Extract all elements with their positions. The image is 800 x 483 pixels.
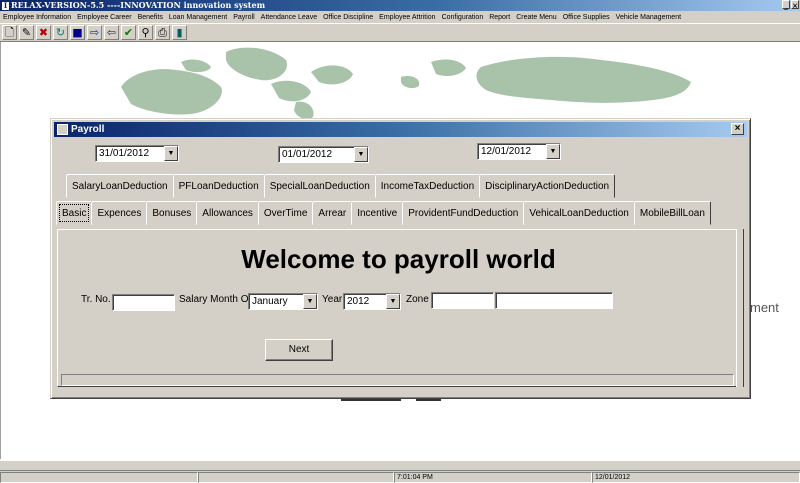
edit-icon: ✎ (21, 26, 32, 39)
year-label: Year (322, 294, 343, 305)
menu-item-create-menu[interactable]: Create Menu (513, 14, 559, 21)
from-date-picker[interactable]: 31/01/2012 ▼ (95, 145, 179, 162)
chevron-down-icon[interactable]: ▼ (546, 144, 560, 159)
status-strip (61, 374, 734, 386)
status-cell (0, 472, 198, 483)
year-value: 2012 (347, 296, 370, 307)
from-date-value: 31/01/2012 (99, 148, 150, 159)
exit-door-icon: ▮ (176, 26, 183, 39)
print-button[interactable]: ⎙ (155, 25, 170, 40)
chevron-down-icon[interactable]: ▼ (354, 147, 368, 162)
menu-item-loan-management[interactable]: Loan Management (166, 14, 230, 21)
payroll-dialog: Payroll × 31/01/2012 ▼ 01/01/2012 ▼ 12/0… (50, 118, 751, 399)
payroll-icon (57, 124, 68, 135)
tab-overtime[interactable]: OverTime (257, 201, 314, 225)
menu-item-employee-career[interactable]: Employee Career (74, 14, 134, 21)
menu-item-attendance-leave[interactable]: Attendance Leave (258, 14, 320, 21)
delete-button[interactable]: ✖ (36, 25, 51, 40)
status-cell (198, 472, 394, 483)
tab-row-main: Basic Expences Bonuses Allowances OverTime Ar… (56, 201, 711, 225)
menu-item-configuration[interactable]: Configuration (439, 14, 487, 21)
forward-icon: ⇨ (89, 26, 100, 39)
current-date-picker[interactable]: 12/01/2012 ▼ (477, 143, 561, 160)
tab-pfloandeduction[interactable]: PFLoanDeduction (172, 174, 265, 198)
menu-item-employee-attrition[interactable]: Employee Attrition (376, 14, 438, 21)
tab-arrear[interactable]: Arrear (312, 201, 353, 225)
zone-label: Zone (406, 294, 429, 305)
back-icon: ⇦ (106, 26, 117, 39)
chevron-down-icon[interactable]: ▼ (303, 294, 317, 309)
panel-scrollbar[interactable] (736, 229, 744, 387)
year-select[interactable]: 2012 ▼ (343, 293, 401, 310)
close-dialog-button[interactable]: × (731, 123, 744, 135)
menu-item-benefits[interactable]: Benefits (135, 14, 166, 21)
menu-item-office-discipline[interactable]: Office Discipline (320, 14, 376, 21)
tab-bonuses[interactable]: Bonuses (146, 201, 198, 225)
chevron-down-icon[interactable]: ▼ (386, 294, 400, 309)
basic-tab-panel: Welcome to payroll world Tr. No. Salary … (57, 229, 740, 387)
check-icon: ✔ (123, 26, 134, 39)
zone-code-input[interactable] (431, 292, 494, 309)
status-bar: 7:01:04 PM 12/01/2012 (0, 460, 800, 483)
app-icon: I (2, 1, 9, 10)
delete-icon: ✖ (38, 26, 49, 39)
menu-bar: Employee Information Employee Career Benef… (0, 11, 800, 23)
background-text: ment (750, 300, 779, 315)
zone-name-input[interactable] (495, 292, 613, 309)
tab-salaryloandeduction[interactable]: SalaryLoanDeduction (66, 174, 174, 198)
app-title: RELAX-VERSION-5.5 ----INNOVATION innovat… (11, 0, 266, 10)
forward-button[interactable]: ⇨ (87, 25, 102, 40)
new-document-icon: 🗋 (5, 26, 14, 39)
refresh-button[interactable]: ↻ (53, 25, 68, 40)
menu-item-payroll[interactable]: Payroll (230, 14, 257, 21)
edit-button[interactable]: ✎ (19, 25, 34, 40)
tab-expences[interactable]: Expences (91, 201, 148, 225)
salary-month-label: Salary Month Of (179, 294, 252, 305)
tab-basic[interactable]: Basic (56, 201, 93, 225)
to-date-picker[interactable]: 01/01/2012 ▼ (278, 146, 369, 163)
user-search-button[interactable]: ⚲ (138, 25, 153, 40)
tab-incometaxdeduction[interactable]: IncomeTaxDeduction (374, 174, 481, 198)
current-date-value: 12/01/2012 (481, 146, 532, 157)
dialog-title-bar: Payroll × (54, 122, 747, 137)
tab-incentive[interactable]: Incentive (351, 201, 404, 225)
save-icon: ■ (72, 26, 83, 39)
tab-providentfunddeduction[interactable]: ProvidentFundDeduction (402, 201, 525, 225)
toolbar: 🗋 ✎ ✖ ↻ ■ ⇨ ⇦ ✔ ⚲ ⎙ ▮ (0, 24, 800, 42)
back-button[interactable]: ⇦ (104, 25, 119, 40)
trno-label: Tr. No. (81, 294, 111, 305)
status-time: 7:01:04 PM (394, 472, 592, 483)
welcome-heading: Welcome to payroll world (241, 244, 556, 274)
tab-disciplinaryactiondeduction[interactable]: DisciplinaryActionDeduction (479, 174, 616, 198)
menu-item-vehicle-management[interactable]: Vehicle Management (613, 14, 684, 21)
tab-specialloandeduction[interactable]: SpecialLoanDeduction (263, 174, 376, 198)
dialog-title: Payroll (71, 124, 105, 135)
status-date: 12/01/2012 (592, 472, 800, 483)
tab-vehicalloandeduction[interactable]: VehicalLoanDeduction (523, 201, 635, 225)
tab-allowances[interactable]: Allowances (196, 201, 259, 225)
exit-door-button[interactable]: ▮ (172, 25, 187, 40)
next-button[interactable]: Next (265, 339, 333, 361)
print-icon: ⎙ (158, 26, 167, 39)
tab-mobilebillloan[interactable]: MobileBillLoan (633, 201, 711, 225)
menu-item-employee-information[interactable]: Employee Information (0, 14, 74, 21)
salary-month-value: January (252, 296, 288, 307)
save-button[interactable]: ■ (70, 25, 85, 40)
menu-item-report[interactable]: Report (486, 14, 513, 21)
status-row (0, 462, 800, 471)
user-search-icon: ⚲ (141, 26, 150, 39)
new-document-button[interactable]: 🗋 (2, 25, 17, 40)
tab-row-deductions: SalaryLoanDeduction PFLoanDeduction Specia… (66, 174, 616, 198)
menu-item-office-supplies[interactable]: Office Supplies (560, 14, 613, 21)
to-date-value: 01/01/2012 (282, 149, 333, 160)
minimize-button[interactable]: _ (782, 0, 790, 10)
trno-input[interactable] (112, 294, 175, 311)
refresh-icon: ↻ (55, 26, 66, 39)
close-app-button[interactable]: × (791, 0, 799, 10)
check-button[interactable]: ✔ (121, 25, 136, 40)
chevron-down-icon[interactable]: ▼ (164, 146, 178, 161)
salary-month-select[interactable]: January ▼ (248, 293, 318, 310)
app-title-bar: I RELAX-VERSION-5.5 ----INNOVATION innova… (0, 0, 800, 11)
